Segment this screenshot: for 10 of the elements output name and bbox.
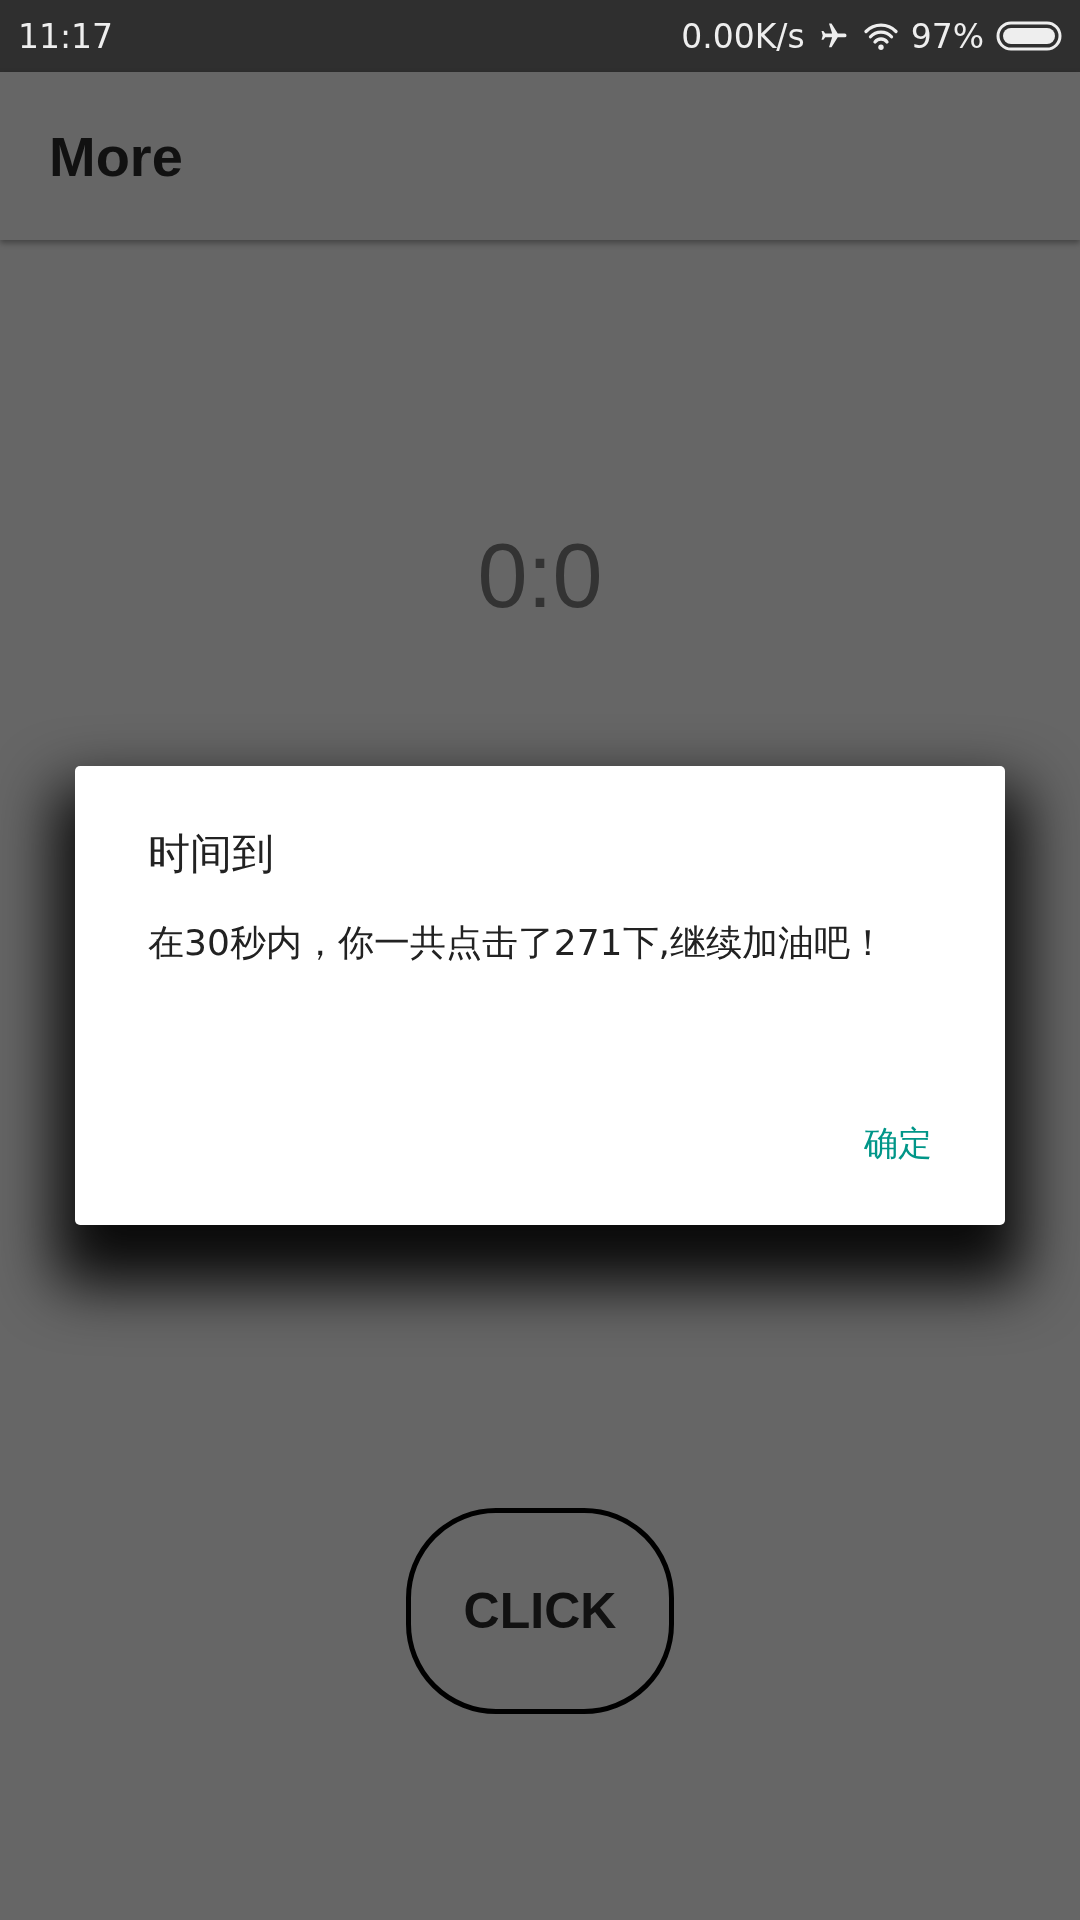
battery-icon bbox=[996, 21, 1062, 51]
battery-percent: 97% bbox=[910, 16, 984, 56]
app-title: More bbox=[49, 123, 183, 189]
dialog-message: 在30秒内，你一共点击了271下,继续加油吧！ bbox=[148, 921, 887, 965]
dialog-title: 时间到 bbox=[148, 828, 275, 880]
click-button[interactable]: CLICK bbox=[406, 1508, 674, 1714]
confirm-button[interactable]: 确定 bbox=[840, 1113, 956, 1175]
wifi-icon bbox=[862, 21, 899, 51]
network-speed: 0.00K/s bbox=[681, 16, 805, 56]
clock-time: 11:17 bbox=[18, 16, 114, 56]
